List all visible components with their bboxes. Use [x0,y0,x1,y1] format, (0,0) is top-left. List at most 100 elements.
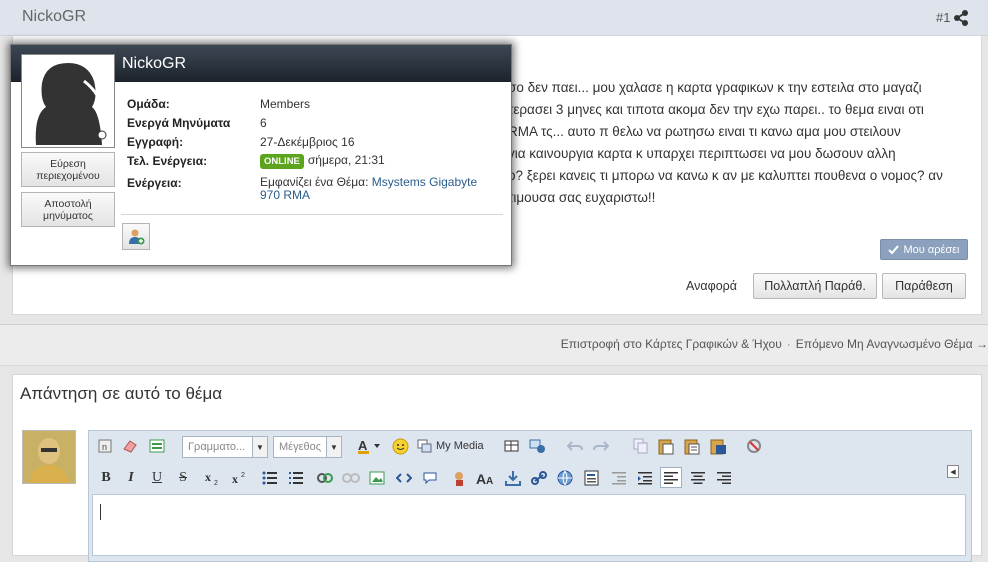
popup-divider [121,214,503,215]
my-media-label: My Media [436,440,484,452]
font-size-select[interactable]: Μέγεθος ▼ [273,436,342,458]
post-text-line: σο δεν παει... μου χαλασε η καρτα γραφικ… [508,80,922,95]
download-icon[interactable] [504,469,522,487]
globe-icon[interactable] [556,469,574,487]
outdent-icon[interactable] [611,470,627,486]
multiquote-button[interactable]: Πολλαπλή Παράθ. [753,273,877,299]
send-message-button[interactable]: Αποστολή μηνύματος [21,192,115,227]
svg-text:n: n [102,442,107,452]
font-size-placeholder: Μέγεθος [279,441,322,453]
copy-icon[interactable] [632,438,650,454]
post-count-value: 6 [260,116,267,130]
remove-format-icon[interactable]: n [97,438,113,454]
page-icon[interactable] [582,469,600,487]
report-link[interactable]: Αναφορά [686,279,737,293]
numbered-list-icon[interactable] [288,470,304,486]
svg-text:x: x [232,472,238,486]
media-icon [417,439,432,453]
paste-icon[interactable] [657,437,675,455]
svg-text:A: A [358,438,368,453]
checkmark-icon [888,244,900,254]
post-count-label: Ενεργά Μηνύματα [127,116,231,130]
strikethrough-button[interactable]: S [176,470,190,486]
last-activity-value: ONLINE σήμερα, 21:31 [260,153,385,169]
paste-text-icon[interactable] [683,437,701,455]
undo-icon[interactable] [567,438,583,454]
smiley-icon[interactable] [391,437,409,455]
reply-title: Απάντηση σε αυτό το θέμα [20,384,223,403]
post-number-link[interactable]: #1 [936,10,950,25]
indent-icon[interactable] [637,470,653,486]
joined-value: 27-Δεκέμβριος 16 [260,135,355,149]
svg-text:x: x [205,470,211,484]
current-action-value: Εμφανίζει ένα Θέμα: Msystems Gigabyte 97… [260,176,496,202]
align-center-icon[interactable] [690,470,706,486]
bullet-list-icon[interactable] [262,470,278,486]
chevron-down-icon: ▼ [326,437,341,457]
current-action-label: Ενέργεια: [127,176,182,190]
online-badge: ONLINE [260,154,304,169]
next-unread-link[interactable]: Επόμενο Μη Αναγνωσμένο Θέμα → [796,337,988,351]
current-action-prefix: Εμφανίζει ένα Θέμα: [260,175,369,189]
table-settings-icon[interactable] [528,438,546,454]
text-caret [100,504,101,520]
image-icon[interactable] [369,470,385,486]
share-icon[interactable] [952,9,970,27]
add-contact-button[interactable] [122,223,150,250]
post-text-line: για καινουργια καρτα κ υπαρχει περιπτωσε… [508,146,896,161]
svg-text:2: 2 [241,472,245,479]
paste-word-icon[interactable] [709,437,727,455]
eraser-icon[interactable] [121,438,139,454]
avatar-silhouette-icon [35,63,107,145]
text-color-icon[interactable]: A [357,438,381,454]
last-activity-time: σήμερα, 21:31 [307,153,385,167]
subscript-icon[interactable]: x2 [204,470,222,486]
group-value: Members [260,97,311,111]
svg-text:A: A [486,476,493,485]
user-avatar-image [23,431,75,483]
svg-text:2: 2 [214,480,218,486]
quote-bubble-icon[interactable] [422,470,438,486]
code-icon[interactable] [396,470,412,486]
bold-button[interactable]: B [99,470,113,486]
collapse-toolbar-icon[interactable]: ◀ [947,465,959,478]
like-label: Μου αρέσει [903,243,960,256]
post-text-line: τερασει 3 μηνες και τιποτα ακομα δεν την… [508,102,924,117]
unlink-icon[interactable] [342,470,360,486]
font-family-placeholder: Γραμματο... [188,441,246,453]
last-activity-label: Τελ. Ενέργεια: [127,154,208,168]
superscript-icon[interactable]: x2 [231,470,249,486]
post-author-name[interactable]: NickoGR [22,8,86,26]
chain-link-icon[interactable] [530,470,548,486]
my-media-button[interactable]: My Media [417,438,487,454]
quote-button[interactable]: Παράθεση [882,273,966,299]
switch-editor-mode-icon[interactable] [148,437,166,455]
align-right-icon[interactable] [716,470,732,486]
svg-text:A: A [476,471,486,485]
post-text-line: RMA τς... αυτο π θελω να ρωτησω ειναι τι… [508,124,901,139]
back-to-forum-link[interactable]: Επιστροφή στο Κάρτες Γραφικών & Ήχου [561,337,782,351]
group-label: Ομάδα: [127,97,170,111]
default-avatar [21,54,115,148]
underline-button[interactable]: U [150,470,164,486]
post-text-line: τιμουσα σας ευχαριστω!! [508,190,656,205]
font-family-select[interactable]: Γραμματο... ▼ [182,436,268,458]
chevron-down-icon: ▼ [252,437,267,457]
redo-icon[interactable] [593,438,609,454]
spellcheck-icon[interactable] [745,437,765,455]
link-icon[interactable] [316,470,334,486]
current-user-avatar [22,430,76,484]
italic-button[interactable]: I [124,470,138,486]
post-text-line: o? ξερει κανεις τι μπορω να κανω κ αν με… [508,168,943,183]
popup-username[interactable]: NickoGR [122,55,186,73]
like-button[interactable]: Μου αρέσει [880,239,968,260]
align-left-icon[interactable] [660,467,682,488]
user-info-popup: NickoGR Εύρεση περιεχομένου Αποστολή μην… [10,44,512,266]
find-content-button[interactable]: Εύρεση περιεχομένου [21,152,115,187]
font-size-icon[interactable]: AA [476,470,496,486]
nav-separator: · [786,337,791,351]
spoiler-icon[interactable] [450,469,468,487]
table-icon[interactable] [503,438,519,454]
post-header [0,0,988,36]
thread-nav-links: Επιστροφή στο Κάρτες Γραφικών & Ήχου · Επό… [561,337,988,351]
